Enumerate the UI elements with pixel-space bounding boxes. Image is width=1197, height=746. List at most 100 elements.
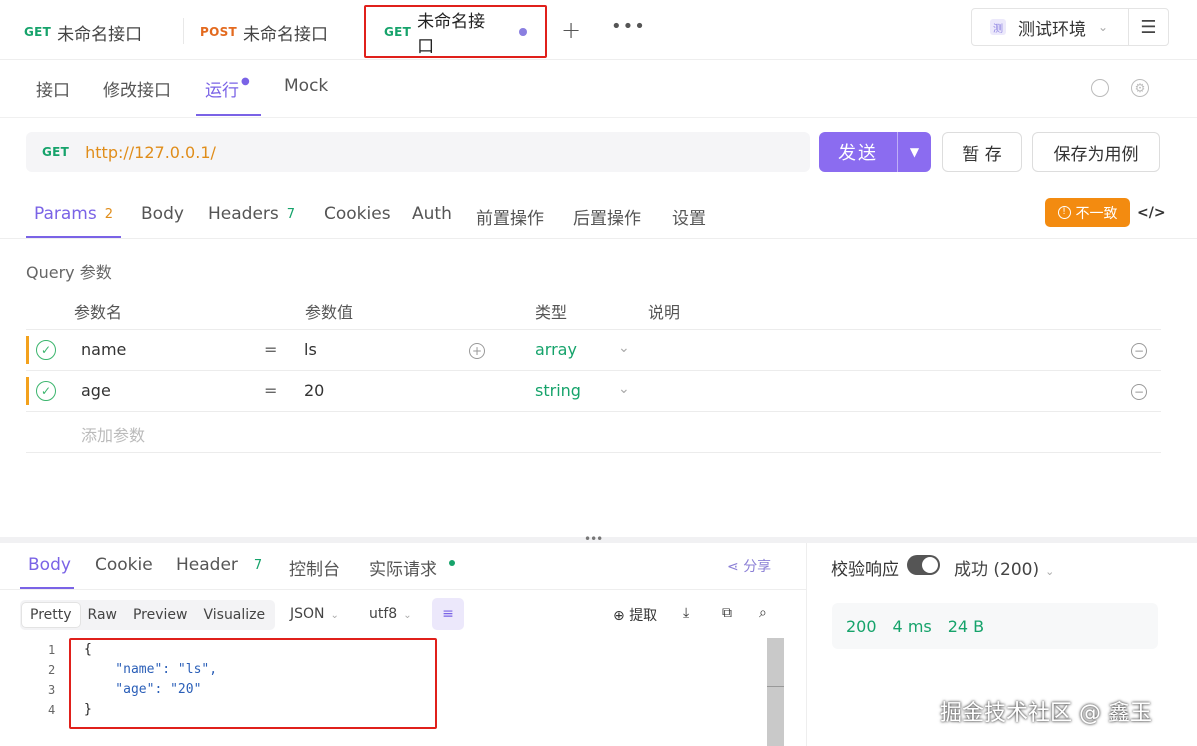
settings-gear-icon[interactable]: ⚙ — [1131, 79, 1149, 97]
warning-icon: ! — [1057, 206, 1071, 219]
environment-selector[interactable]: 测 测试环境 ⌄ ☰ — [971, 8, 1169, 46]
tab-post-ops[interactable]: 后置操作 — [573, 204, 641, 229]
tab-run[interactable]: 运行 ● — [205, 76, 250, 101]
col-param-desc: 说明 — [648, 303, 681, 322]
add-param-row[interactable]: 添加参数 — [26, 411, 1161, 453]
history-icon[interactable] — [1091, 79, 1109, 97]
save-as-case-button[interactable]: 保存为用例 — [1032, 132, 1160, 172]
chevron-down-icon: ⌄ — [1098, 20, 1109, 34]
tab-params[interactable]: Params 2 — [34, 204, 113, 224]
send-label: 发送 — [838, 143, 878, 164]
unsaved-dot-icon — [519, 27, 527, 36]
tab-mock[interactable]: Mock — [284, 76, 328, 96]
response-size: 24 B — [947, 616, 985, 636]
method-get-label: GET — [384, 24, 412, 39]
equals-sign: = — [264, 381, 278, 400]
add-value-icon[interactable]: + — [469, 343, 485, 359]
response-tab-console[interactable]: 控制台 — [289, 555, 340, 580]
view-visualize[interactable]: Visualize — [195, 603, 273, 627]
param-type-select[interactable]: string — [535, 381, 581, 400]
more-tabs-icon[interactable]: ••• — [611, 16, 646, 37]
share-button[interactable]: ⋖ 分享 — [727, 556, 771, 576]
code-view-icon[interactable]: </> — [1137, 205, 1166, 221]
tab-pre-ops[interactable]: 前置操作 — [476, 204, 544, 229]
search-icon[interactable]: ⌕ — [759, 605, 767, 621]
remove-row-icon[interactable]: − — [1131, 343, 1147, 359]
enabled-check-icon[interactable]: ✓ — [36, 381, 56, 401]
response-tab-header[interactable]: Header 7 — [176, 555, 262, 575]
tab-settings[interactable]: 设置 — [672, 204, 706, 229]
view-raw[interactable]: Raw — [80, 603, 125, 627]
view-preview[interactable]: Preview — [125, 603, 196, 627]
inconsistent-warning-badge[interactable]: ! 不一致 — [1045, 198, 1130, 227]
validation-result-select[interactable]: 成功 (200) ⌄ — [954, 555, 1054, 580]
save-temp-button[interactable]: 暂 存 — [942, 132, 1022, 172]
copy-icon[interactable]: ⧉ — [722, 605, 732, 621]
remove-row-icon[interactable]: − — [1131, 384, 1147, 400]
word-wrap-icon[interactable]: ≡ — [432, 598, 464, 630]
divider — [0, 117, 1197, 118]
tab-title: 未命名接口 — [417, 11, 486, 57]
tab-edit-interface[interactable]: 修改接口 — [103, 76, 171, 101]
validate-response-label: 校验响应 — [831, 560, 899, 580]
line-number: 3 — [48, 683, 56, 697]
share-icon: ⋖ — [727, 559, 739, 575]
tab-title: 未命名接口 — [57, 24, 143, 45]
param-value-field[interactable]: 20 — [304, 381, 324, 400]
tab-auth[interactable]: Auth — [412, 204, 452, 224]
env-badge-icon: 测 — [990, 19, 1006, 35]
url-input[interactable]: http://127.0.0.1/ — [85, 143, 216, 162]
response-tab-cookie[interactable]: Cookie — [95, 555, 153, 575]
add-tab-icon[interactable]: + — [561, 16, 581, 44]
row-marker — [26, 336, 29, 364]
param-name-field[interactable]: age — [81, 381, 111, 400]
chevron-down-icon[interactable]: ⌄ — [618, 340, 630, 356]
extract-button[interactable]: ⊕ 提取 — [613, 605, 657, 625]
format-label: JSON — [290, 606, 325, 622]
watermark: 掘金技术社区 @ 鑫玉 — [940, 701, 1152, 726]
tab-body[interactable]: Body — [141, 204, 184, 224]
tab-interface[interactable]: 接口 — [36, 76, 70, 101]
actual-request-label: 实际请求 — [369, 560, 437, 580]
param-value-field[interactable]: ls — [304, 340, 317, 359]
drag-handle-icon[interactable]: ••• — [584, 532, 603, 546]
request-tab-1[interactable]: GET 未命名接口 — [24, 10, 142, 54]
enabled-check-icon[interactable]: ✓ — [36, 340, 56, 360]
editor-scrollbar[interactable] — [767, 638, 784, 746]
chevron-down-icon[interactable]: ⌄ — [618, 381, 630, 397]
response-tab-header-label: Header — [176, 555, 238, 575]
format-select[interactable]: JSON ⌄ — [290, 606, 339, 622]
chevron-down-icon: ⌄ — [1045, 565, 1055, 578]
response-tab-actual-request[interactable]: 实际请求 — [369, 555, 455, 580]
download-icon[interactable]: ⤓ — [683, 605, 689, 621]
param-type-select[interactable]: array — [535, 340, 577, 359]
active-tab-indicator — [196, 114, 261, 116]
request-tab-3-active[interactable]: GET 未命名接口 — [364, 5, 547, 58]
tab-title: 未命名接口 — [243, 24, 329, 45]
col-param-name: 参数名 — [74, 303, 123, 322]
response-time: 4 ms — [892, 616, 932, 636]
url-bar[interactable]: GET http://127.0.0.1/ — [26, 132, 810, 172]
chevron-down-icon: ⌄ — [403, 610, 412, 621]
col-param-value: 参数值 — [305, 303, 354, 322]
menu-icon[interactable]: ☰ — [1128, 9, 1168, 45]
request-tab-2[interactable]: POST 未命名接口 — [200, 10, 328, 54]
add-param-placeholder[interactable]: 添加参数 — [81, 422, 145, 446]
tab-cookies[interactable]: Cookies — [324, 204, 391, 224]
status-dot-icon — [449, 560, 455, 566]
param-name-field[interactable]: name — [81, 340, 126, 359]
tab-params-label: Params — [34, 204, 97, 224]
share-label: 分享 — [743, 559, 772, 575]
view-pretty[interactable]: Pretty — [22, 603, 80, 627]
extract-icon: ⊕ — [613, 608, 625, 624]
header-count-badge: 7 — [253, 557, 263, 573]
chevron-down-icon: ⌄ — [330, 610, 339, 621]
send-dropdown-icon[interactable]: ▼ — [897, 132, 931, 172]
send-button[interactable]: 发送 ▼ — [819, 132, 931, 172]
validate-toggle[interactable] — [907, 555, 940, 575]
tab-headers[interactable]: Headers 7 — [208, 204, 295, 224]
vertical-divider — [806, 543, 807, 746]
query-params-label: Query 参数 — [26, 263, 112, 282]
encoding-select[interactable]: utf8 ⌄ — [369, 606, 412, 622]
response-tab-body[interactable]: Body — [28, 555, 71, 575]
